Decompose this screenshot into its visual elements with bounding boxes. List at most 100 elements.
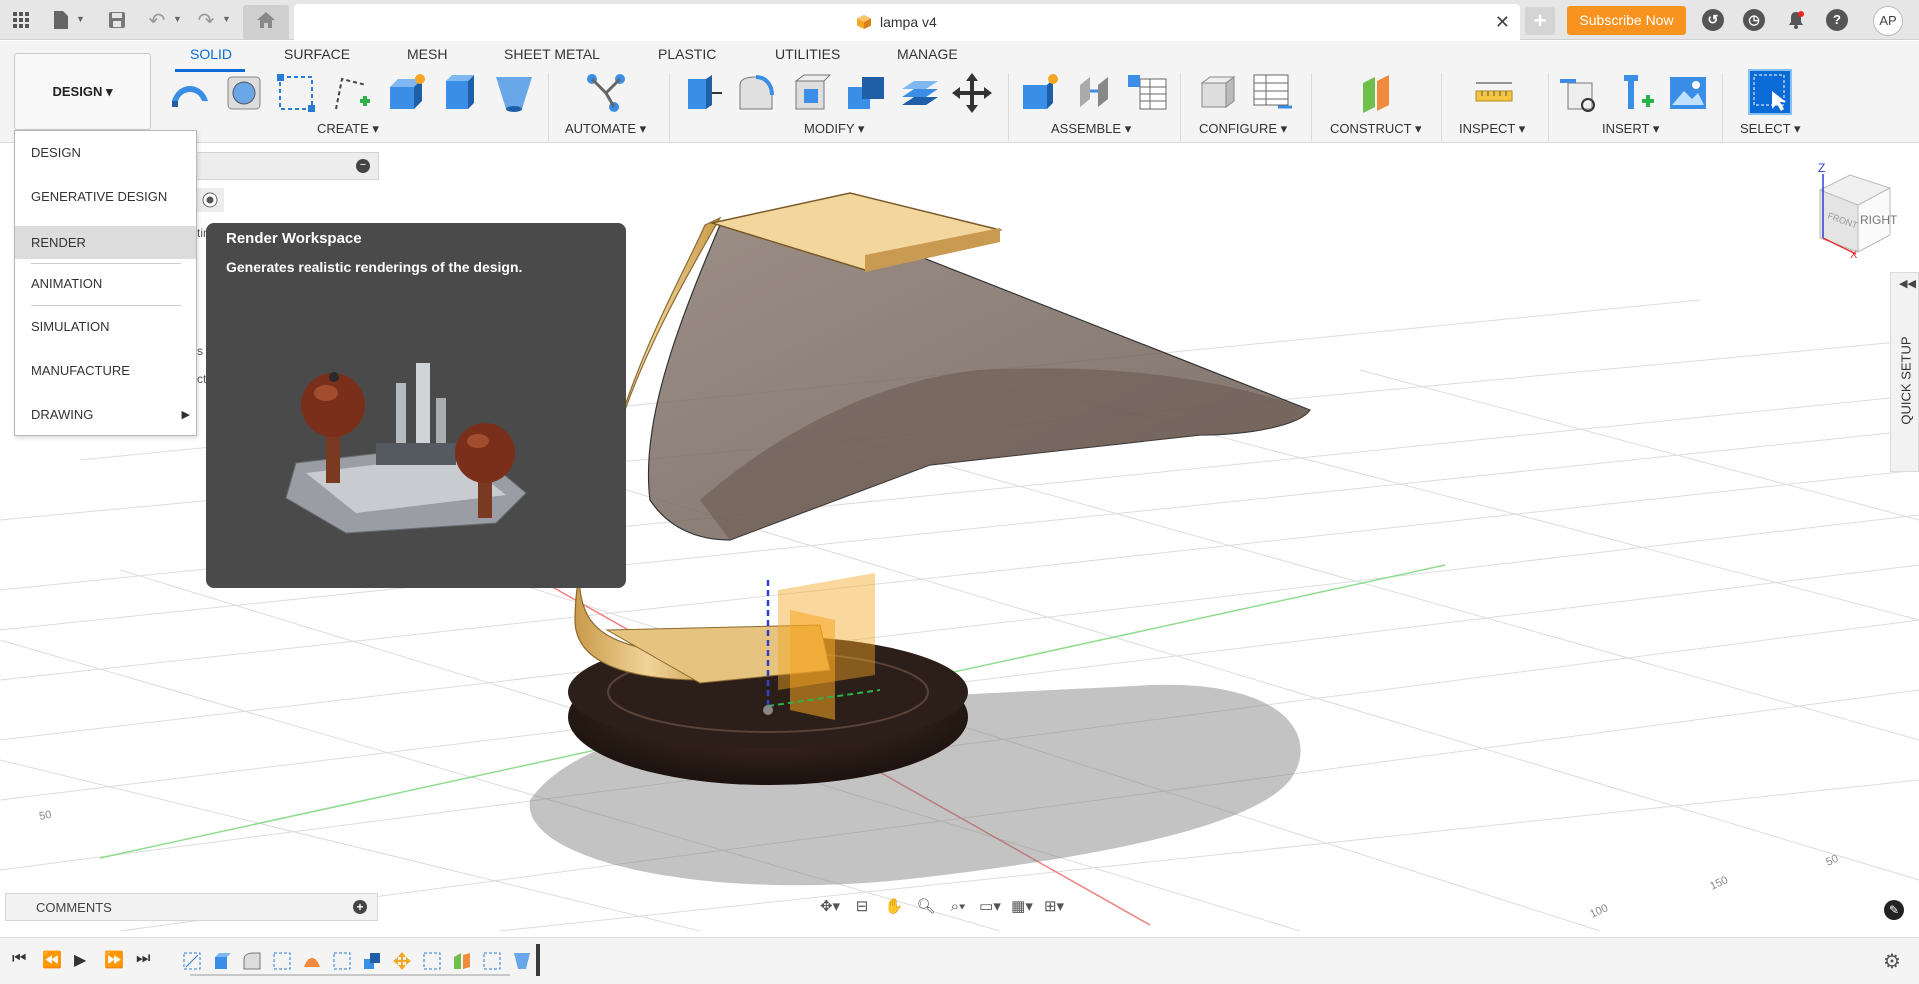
inspect-group-label[interactable]: INSPECT ▾ [1459,121,1525,137]
home-tab[interactable] [243,5,289,40]
configure-group-label[interactable]: CONFIGURE ▾ [1199,121,1287,137]
viewports-icon[interactable]: ⊞▾ [1038,895,1070,917]
timeline-fillet-icon[interactable] [242,951,262,971]
insert-mcmaster-icon[interactable] [1614,71,1658,115]
extensions-icon[interactable]: ↺ [1702,9,1724,31]
configuration-table-icon[interactable] [1250,71,1294,115]
modify-group-label[interactable]: MODIFY ▾ [804,121,864,137]
timeline-plane-icon[interactable] [452,951,472,971]
file-icon[interactable] [48,8,74,32]
create-sketch-icon[interactable] [330,71,374,115]
timeline-sketch-icon[interactable] [482,951,502,971]
automate-icon[interactable] [584,71,628,115]
tab-solid[interactable]: SOLID [190,46,232,62]
menu-item-animation[interactable]: ANIMATION [15,270,196,298]
extrude-icon[interactable] [222,71,266,115]
timeline-sketch-icon[interactable] [422,951,442,971]
tab-manage[interactable]: MANAGE [897,46,958,62]
view-cube[interactable]: RIGHT FRONT Z X [1818,161,1898,261]
new-component-icon[interactable] [1017,71,1061,115]
timeline-extrude-icon[interactable] [212,951,232,971]
press-pull-modify-icon[interactable] [680,71,724,115]
timeline-sketch-icon[interactable] [332,951,352,971]
look-at-icon[interactable]: ⊟ [846,895,878,917]
workspace-switcher-button[interactable]: DESIGN ▾ [14,53,151,130]
construct-plane-icon[interactable] [1355,71,1399,115]
menu-item-simulation[interactable]: SIMULATION [15,313,196,341]
timeline-sketch-icon[interactable] [272,951,292,971]
insert-canvas-icon[interactable] [1666,71,1710,115]
menu-item-drawing[interactable]: DRAWING ▶ [15,401,196,429]
bill-of-materials-icon[interactable] [1126,71,1170,115]
go-to-end-icon[interactable]: ⏭ [136,950,150,968]
pan-icon[interactable]: ✋ [878,895,910,917]
zoom-icon[interactable]: 🔍︎ [910,895,942,917]
timeline-form-icon[interactable] [302,951,322,971]
select-tool-button[interactable] [1748,69,1792,115]
menu-item-manufacture[interactable]: MANUFACTURE [15,357,196,385]
timeline-loft-icon[interactable] [512,951,532,971]
tab-surface[interactable]: SURFACE [284,46,350,62]
step-forward-icon[interactable]: ⏩ [104,950,124,970]
timeline-sketch-icon[interactable] [182,951,202,971]
sketch-icon[interactable] [274,71,318,115]
collapse-left-icon[interactable]: ◀◀ [1899,277,1916,290]
redo-caret[interactable]: ▼ [222,14,232,24]
document-tab[interactable]: lampa v4 ✕ [294,4,1520,40]
measure-icon[interactable] [1472,71,1516,115]
radio-icon[interactable] [200,190,220,210]
comments-panel[interactable]: COMMENTS + [5,893,378,921]
timeline-marker[interactable] [536,944,540,976]
display-settings-icon[interactable]: ▭▾ [974,895,1006,917]
go-to-start-icon[interactable]: ⏮ [12,950,26,968]
insert-group-label[interactable]: INSERT ▾ [1602,121,1659,137]
shell-icon[interactable] [790,71,834,115]
subscribe-button[interactable]: Subscribe Now [1567,6,1686,35]
fillet-icon[interactable] [734,71,778,115]
file-menu-caret[interactable]: ▼ [76,14,86,24]
grid-settings-icon[interactable]: ▦▾ [1006,895,1038,917]
configure-icon[interactable] [1196,71,1240,115]
insert-derive-icon[interactable] [1558,71,1602,115]
zoom-window-icon[interactable]: ⌕▾ [942,895,974,917]
browser-visibility-row[interactable] [196,188,224,212]
combine-icon[interactable] [844,71,888,115]
timeline-settings-icon[interactable]: ⚙ [1883,949,1901,974]
new-tab-icon[interactable]: + [1525,7,1555,35]
orbit-icon[interactable]: ✥▾ [814,895,846,917]
job-status-icon[interactable]: ◷ [1743,9,1765,31]
joint-icon[interactable] [1072,71,1116,115]
browser-panel-header[interactable]: − [196,152,379,180]
press-pull-icon[interactable] [438,71,482,115]
move-copy-icon[interactable] [950,71,994,115]
notifications-icon[interactable] [1783,8,1809,32]
box-sparkle-icon[interactable] [384,71,428,115]
automate-group-label[interactable]: AUTOMATE ▾ [565,121,646,137]
feedback-icon[interactable]: ✎ [1884,900,1904,920]
tab-plastic[interactable]: PLASTIC [658,46,716,62]
step-back-icon[interactable]: ⏪ [42,950,62,970]
construct-group-label[interactable]: CONSTRUCT ▾ [1330,121,1422,137]
timeline-combine-icon[interactable] [362,951,382,971]
assemble-group-label[interactable]: ASSEMBLE ▾ [1051,121,1131,137]
menu-item-render[interactable]: RENDER [15,226,196,259]
save-icon[interactable] [104,8,130,32]
select-group-label[interactable]: SELECT ▾ [1740,121,1800,137]
undo-icon[interactable]: ↶ [144,8,170,32]
quick-setup-panel[interactable]: ◀◀ QUICK SETUP [1890,272,1919,472]
add-comment-icon[interactable]: + [353,900,367,914]
collapse-icon[interactable]: − [356,159,370,173]
tab-mesh[interactable]: MESH [407,46,447,62]
tab-sheet-metal[interactable]: SHEET METAL [504,46,600,62]
play-icon[interactable]: ▶ [74,950,86,970]
redo-icon[interactable]: ↷ [193,8,219,32]
create-group-label[interactable]: CREATE ▾ [317,121,379,137]
help-icon[interactable]: ? [1826,9,1848,31]
create-form-icon[interactable] [168,71,212,115]
menu-item-design[interactable]: DESIGN [15,139,196,167]
avatar[interactable]: AP [1873,6,1903,36]
tab-utilities[interactable]: UTILITIES [775,46,840,62]
timeline-move-icon[interactable] [392,951,412,971]
undo-caret[interactable]: ▼ [173,14,183,24]
close-icon[interactable]: ✕ [1495,12,1510,33]
